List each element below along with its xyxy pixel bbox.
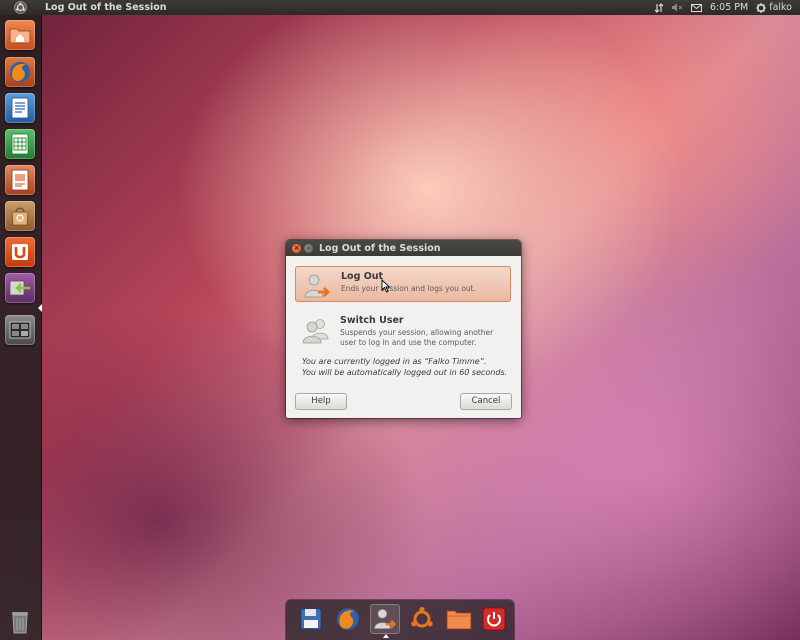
switch-user-description: Suspends your session, allowing another … xyxy=(340,328,494,347)
volume-muted-icon[interactable] xyxy=(671,3,683,12)
launcher-software-center[interactable] xyxy=(5,201,35,231)
launcher-writer[interactable] xyxy=(5,93,35,123)
launcher-calc[interactable] xyxy=(5,129,35,159)
workspace-switcher-icon xyxy=(9,321,31,339)
logged-in-as-text: You are currently logged in as “Falko Ti… xyxy=(302,357,487,366)
help-button[interactable]: Help xyxy=(295,393,347,410)
launcher-logout-dialog[interactable] xyxy=(5,273,35,303)
network-indicator-icon[interactable] xyxy=(654,2,664,13)
folder-icon xyxy=(446,610,472,630)
auto-logout-countdown-text: You will be automatically logged out in … xyxy=(302,368,508,377)
log-out-option[interactable]: Log Out Ends your session and logs you o… xyxy=(295,266,511,302)
firefox-icon xyxy=(337,608,359,630)
log-out-label: Log Out xyxy=(341,271,384,282)
launcher-home-folder[interactable] xyxy=(5,20,35,50)
session-gear-icon xyxy=(756,2,767,13)
ubuntu-dash-button[interactable] xyxy=(0,0,40,15)
app-switcher-dock xyxy=(286,600,514,640)
minimize-icon[interactable]: – xyxy=(304,243,313,253)
launcher xyxy=(0,15,42,640)
ubuntu-one-icon xyxy=(12,244,28,260)
launcher-trash[interactable] xyxy=(5,606,35,636)
floppy-save-icon xyxy=(300,608,322,630)
log-out-person-icon xyxy=(374,609,397,629)
switcher-item-ubuntu[interactable] xyxy=(407,604,437,634)
launcher-workspace-switcher[interactable] xyxy=(5,315,35,345)
logout-arrow-icon xyxy=(9,280,30,296)
switcher-item-save[interactable] xyxy=(296,604,326,634)
session-menu[interactable]: falko xyxy=(756,0,792,15)
home-folder-icon xyxy=(9,28,31,44)
logout-dialog: × – Log Out of the Session Log Out Ends … xyxy=(286,240,521,418)
trash-icon xyxy=(12,612,28,634)
session-info-text: You are currently logged in as “Falko Ti… xyxy=(302,356,517,378)
mail-icon[interactable] xyxy=(690,3,702,12)
switch-user-label: Switch User xyxy=(340,315,404,326)
power-icon xyxy=(482,607,506,631)
dialog-title: Log Out of the Session xyxy=(319,242,441,254)
switcher-item-shutdown[interactable] xyxy=(479,604,509,634)
switcher-item-firefox[interactable] xyxy=(333,604,363,634)
switcher-item-logout[interactable] xyxy=(370,604,400,634)
calc-spreadsheet-icon xyxy=(11,133,29,155)
clock[interactable]: 6:05 PM xyxy=(710,0,748,15)
ubuntu-circle-of-friends-icon xyxy=(411,606,433,628)
close-icon[interactable]: × xyxy=(292,243,301,253)
dialog-titlebar[interactable]: × – Log Out of the Session xyxy=(286,240,521,256)
indicator-area: 6:05 PM falko xyxy=(654,0,800,15)
launcher-active-indicator xyxy=(38,304,42,312)
writer-document-icon xyxy=(11,97,29,119)
ubuntu-logo-icon xyxy=(13,1,27,14)
firefox-icon xyxy=(10,62,30,82)
log-out-person-icon xyxy=(302,271,332,301)
log-out-description: Ends your session and logs you out. xyxy=(341,284,476,293)
software-center-bag-icon xyxy=(11,207,29,226)
launcher-ubuntu-one[interactable] xyxy=(5,237,35,267)
switch-user-option[interactable]: Switch User Suspends your session, allow… xyxy=(295,311,511,351)
mouse-pointer-icon xyxy=(381,279,391,293)
switcher-item-files[interactable] xyxy=(444,604,474,634)
switch-user-people-icon xyxy=(301,315,331,345)
cancel-button[interactable]: Cancel xyxy=(460,393,512,410)
session-user-name: falko xyxy=(769,2,792,13)
switcher-active-indicator xyxy=(383,634,389,638)
top-panel: Log Out of the Session 6:05 PM falko xyxy=(0,0,800,15)
impress-presentation-icon xyxy=(11,169,29,191)
launcher-firefox[interactable] xyxy=(5,57,35,87)
active-window-title: Log Out of the Session xyxy=(45,2,167,13)
launcher-impress[interactable] xyxy=(5,165,35,195)
